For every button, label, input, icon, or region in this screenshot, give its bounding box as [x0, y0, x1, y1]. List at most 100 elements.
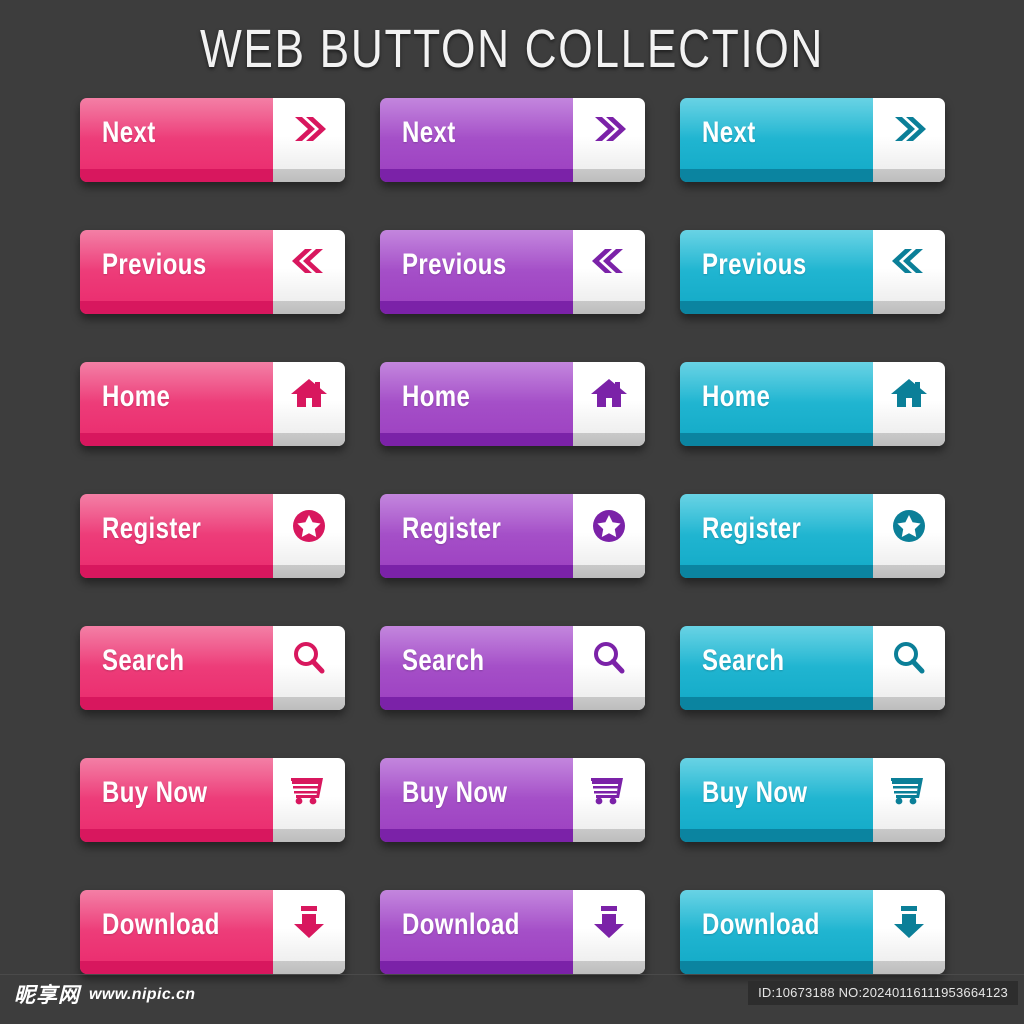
page-title: WEB BUTTON COLLECTION [199, 19, 825, 79]
button-face: Next [80, 98, 273, 182]
magnifier-icon [291, 640, 327, 676]
button-face: Next [380, 98, 573, 182]
register-button-pink[interactable]: Register [80, 494, 345, 578]
button-label: Next [402, 116, 456, 149]
button-row-next: Next Next Next [80, 98, 946, 182]
button-icon-pane[interactable] [273, 758, 345, 842]
search-button-purple[interactable]: Search [380, 626, 645, 710]
button-icon-pane[interactable] [573, 890, 645, 974]
download-button-teal[interactable]: Download [680, 890, 945, 974]
button-icon-pane[interactable] [873, 758, 945, 842]
chevron-double-right-icon [589, 112, 629, 146]
brand-url: www.nipic.cn [89, 986, 196, 1003]
download-button-pink[interactable]: Download [80, 890, 345, 974]
button-face: Search [680, 626, 873, 710]
button-icon-pane[interactable] [273, 494, 345, 578]
previous-button-purple[interactable]: Previous [380, 230, 645, 314]
shopping-cart-icon [589, 772, 629, 806]
button-icon-pane[interactable] [873, 494, 945, 578]
chevron-double-left-icon [589, 244, 629, 278]
button-face: Register [380, 494, 573, 578]
register-button-teal[interactable]: Register [680, 494, 945, 578]
button-face: Buy Now [80, 758, 273, 842]
footer: 昵享网 www.nipic.cn ID:10673188 NO:20240116… [0, 974, 1024, 1024]
button-icon-pane[interactable] [873, 362, 945, 446]
brand-logo: 昵享网 [14, 983, 80, 1007]
button-label: Search [702, 644, 785, 677]
button-icon-pane[interactable] [273, 230, 345, 314]
button-row-register: Register Register Register [80, 494, 946, 578]
button-icon-pane[interactable] [273, 890, 345, 974]
chevron-double-right-icon [289, 112, 329, 146]
chevron-double-left-icon [289, 244, 329, 278]
magnifier-icon [891, 640, 927, 676]
chevron-double-left-icon [889, 244, 929, 278]
buy-now-button-purple[interactable]: Buy Now [380, 758, 645, 842]
home-button-pink[interactable]: Home [80, 362, 345, 446]
button-row-download: Download Download Download [80, 890, 946, 974]
previous-button-teal[interactable]: Previous [680, 230, 945, 314]
home-button-teal[interactable]: Home [680, 362, 945, 446]
button-face: Previous [680, 230, 873, 314]
button-label: Next [702, 116, 756, 149]
download-arrow-icon [892, 904, 926, 940]
button-icon-pane[interactable] [573, 98, 645, 182]
chevron-double-right-icon [889, 112, 929, 146]
next-button-teal[interactable]: Next [680, 98, 945, 182]
button-face: Previous [80, 230, 273, 314]
button-row-home: Home Home Home [80, 362, 946, 446]
button-label: Download [402, 908, 520, 941]
next-button-pink[interactable]: Next [80, 98, 345, 182]
button-face: Search [380, 626, 573, 710]
button-label: Previous [402, 248, 507, 281]
next-button-purple[interactable]: Next [380, 98, 645, 182]
button-label: Search [102, 644, 185, 677]
search-button-teal[interactable]: Search [680, 626, 945, 710]
previous-button-pink[interactable]: Previous [80, 230, 345, 314]
button-icon-pane[interactable] [873, 890, 945, 974]
button-icon-pane[interactable] [573, 626, 645, 710]
button-icon-pane[interactable] [873, 626, 945, 710]
button-face: Download [80, 890, 273, 974]
button-label: Download [102, 908, 220, 941]
brand: 昵享网 www.nipic.cn [14, 983, 195, 1007]
button-face: Register [80, 494, 273, 578]
button-icon-pane[interactable] [273, 98, 345, 182]
button-label: Previous [702, 248, 807, 281]
button-label: Home [402, 380, 471, 413]
house-icon [290, 376, 328, 410]
star-circle-icon [891, 508, 927, 544]
button-icon-pane[interactable] [273, 626, 345, 710]
buy-now-button-teal[interactable]: Buy Now [680, 758, 945, 842]
button-row-previous: Previous Previous Previous [80, 230, 946, 314]
button-icon-pane[interactable] [573, 230, 645, 314]
button-face: Buy Now [380, 758, 573, 842]
button-label: Search [402, 644, 485, 677]
button-label: Register [402, 512, 502, 545]
button-icon-pane[interactable] [573, 758, 645, 842]
buy-now-button-pink[interactable]: Buy Now [80, 758, 345, 842]
button-icon-pane[interactable] [573, 494, 645, 578]
button-face: Buy Now [680, 758, 873, 842]
house-icon [890, 376, 928, 410]
button-face: Download [380, 890, 573, 974]
button-face: Home [680, 362, 873, 446]
download-button-purple[interactable]: Download [380, 890, 645, 974]
button-icon-pane[interactable] [873, 230, 945, 314]
button-icon-pane[interactable] [873, 98, 945, 182]
register-button-purple[interactable]: Register [380, 494, 645, 578]
button-label: Previous [102, 248, 207, 281]
shopping-cart-icon [289, 772, 329, 806]
button-row-buy-now: Buy Now Buy Now Buy Now [80, 758, 946, 842]
search-button-pink[interactable]: Search [80, 626, 345, 710]
button-label: Buy Now [702, 776, 808, 809]
button-face: Register [680, 494, 873, 578]
button-face: Next [680, 98, 873, 182]
home-button-purple[interactable]: Home [380, 362, 645, 446]
button-icon-pane[interactable] [573, 362, 645, 446]
house-icon [590, 376, 628, 410]
button-icon-pane[interactable] [273, 362, 345, 446]
star-circle-icon [591, 508, 627, 544]
button-face: Previous [380, 230, 573, 314]
button-label: Buy Now [402, 776, 508, 809]
